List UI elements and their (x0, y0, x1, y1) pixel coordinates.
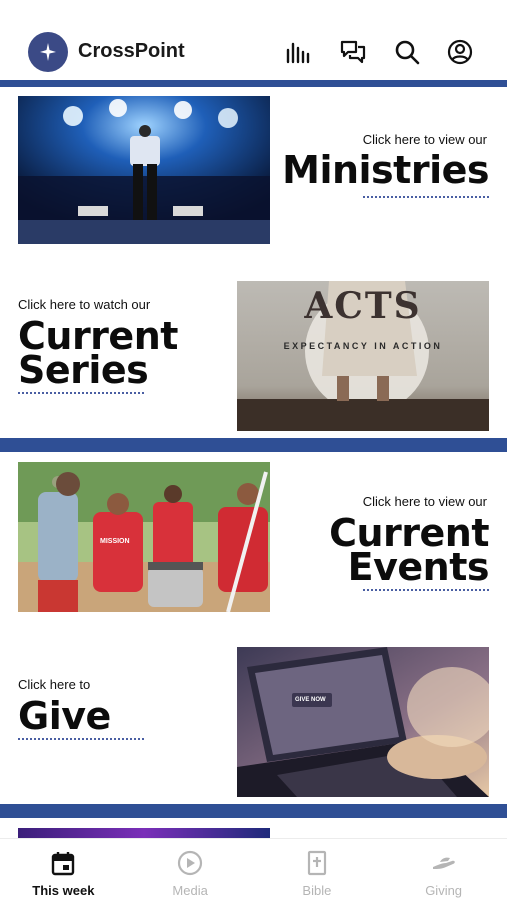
tab-label-this-week: This week (32, 883, 95, 898)
search-icon[interactable] (393, 38, 421, 66)
ministries-cta-text[interactable]: Click here to view our (363, 132, 487, 147)
series-cta-text[interactable]: Click here to watch our (18, 297, 150, 312)
section-divider-2 (0, 804, 507, 818)
cross-logo-icon (40, 43, 56, 61)
tab-this-week[interactable]: This week (0, 839, 127, 900)
series-title-line2[interactable]: Series (18, 351, 149, 389)
series-underline (18, 392, 144, 394)
chat-icon[interactable] (339, 38, 367, 66)
series-image-subtitle: EXPECTANCY IN ACTION (283, 341, 443, 351)
give-image[interactable]: GIVE NOW (237, 647, 489, 797)
events-underline (363, 589, 489, 591)
calendar-icon (52, 852, 75, 876)
tab-label-media: Media (172, 883, 208, 898)
give-screen-text: GIVE NOW (295, 697, 326, 703)
play-circle-icon (178, 850, 203, 876)
tab-label-bible: Bible (302, 883, 332, 898)
events-image[interactable]: MISSION (18, 462, 270, 612)
header-divider (0, 80, 507, 87)
events-cta-text[interactable]: Click here to view our (363, 494, 487, 509)
ministries-image[interactable] (18, 96, 270, 244)
give-title[interactable]: Give (18, 697, 111, 735)
app-title: CrossPoint (78, 40, 185, 62)
tab-label-giving: Giving (425, 883, 463, 898)
give-underline (18, 738, 144, 740)
tab-giving[interactable]: Giving (380, 839, 507, 900)
ministries-title[interactable]: Ministries (282, 151, 489, 189)
series-image[interactable]: ACTS EXPECTANCY IN ACTION (237, 281, 489, 431)
section-divider-1 (0, 438, 507, 452)
account-icon[interactable] (446, 38, 474, 66)
tab-media[interactable]: Media (127, 839, 254, 900)
tab-bible[interactable]: Bible (254, 839, 381, 900)
giving-hand-icon (432, 857, 455, 869)
events-shirt-text: MISSION (100, 538, 130, 545)
app-header: CrossPoint (0, 0, 507, 80)
equalizer-icon[interactable] (284, 38, 312, 66)
bottom-tab-bar: This week Media Bible Giving (0, 838, 507, 900)
church-logo[interactable] (28, 32, 68, 72)
give-cta-text[interactable]: Click here to (18, 677, 90, 692)
bible-icon (307, 850, 326, 876)
events-title-line2[interactable]: Events (348, 548, 490, 586)
series-image-title: ACTS (304, 285, 422, 327)
ministries-underline (363, 196, 489, 198)
